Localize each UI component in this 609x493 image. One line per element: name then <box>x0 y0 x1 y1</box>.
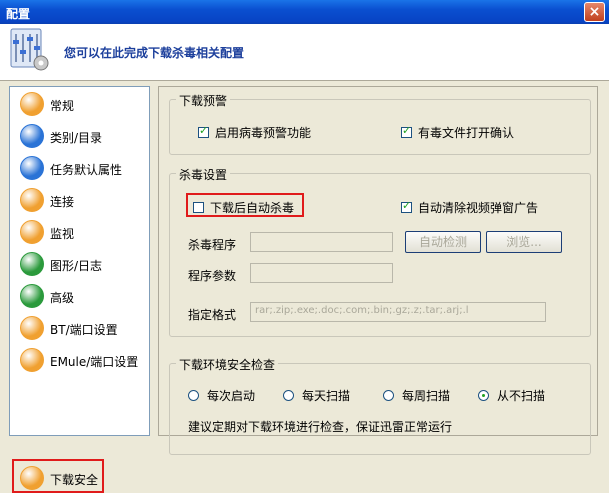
group-title: 下载环境安全检查 <box>176 356 279 373</box>
settings-panel-icon <box>10 28 49 71</box>
bt-port-icon <box>20 316 44 340</box>
title-bar: 配置 × <box>0 0 609 24</box>
auto-detect-button[interactable]: 自动检测 <box>405 231 481 253</box>
download-warning-group: 下载预警 启用病毒预警功能 有毒文件打开确认 <box>169 92 591 155</box>
checkbox-label: 有毒文件打开确认 <box>418 126 515 140</box>
sidebar-item-graph-log[interactable]: 图形/日志 <box>14 251 145 277</box>
sidebar-item-label: BT/端口设置 <box>50 323 118 337</box>
formats-input[interactable]: rar;.zip;.exe;.doc;.com;.bin;.gz;.z;.tar… <box>250 302 546 322</box>
checkbox-box[interactable] <box>401 199 412 213</box>
params-label: 程序参数 <box>188 269 237 283</box>
radio-on-start[interactable]: 每次启动 <box>188 387 255 404</box>
radio-label: 每次启动 <box>207 389 256 403</box>
env-check-note: 建议定期对下载环境进行检查，保证迅雷正常运行 <box>188 420 453 434</box>
checkbox-label: 启用病毒预警功能 <box>215 126 312 140</box>
sidebar-item-label: 高级 <box>50 291 75 305</box>
radio-circle[interactable] <box>283 390 294 401</box>
sidebar-item-emule-port[interactable]: EMule/端口设置 <box>14 347 145 373</box>
program-label: 杀毒程序 <box>188 238 237 252</box>
group-title: 杀毒设置 <box>176 166 231 183</box>
clear-ads-checkbox[interactable]: 自动清除视频弹窗广告 <box>401 199 538 216</box>
antivirus-group: 杀毒设置 下载后自动杀毒 自动清除视频弹窗广告 杀毒程序 自动检测 浏览... … <box>169 166 591 337</box>
settings-pane: 下载预警 启用病毒预警功能 有毒文件打开确认 杀毒设置 下载后自动杀毒 自动清除… <box>158 86 598 455</box>
sidebar-item-label: 下载安全 <box>50 473 99 487</box>
radio-circle[interactable] <box>478 390 489 401</box>
header-text: 您可以在此完成下载杀毒相关配置 <box>64 46 245 60</box>
checkbox-box[interactable] <box>401 124 412 138</box>
formats-label: 指定格式 <box>188 308 237 322</box>
checkbox-label: 下载后自动杀毒 <box>210 201 295 215</box>
enable-virus-warning-checkbox[interactable]: 启用病毒预警功能 <box>198 124 311 141</box>
checkbox-label: 自动清除视频弹窗广告 <box>418 201 539 215</box>
checkbox-box[interactable] <box>198 124 209 138</box>
sidebar-item-label: 图形/日志 <box>50 259 103 273</box>
emule-port-icon <box>20 348 44 372</box>
radio-circle[interactable] <box>383 390 394 401</box>
sidebar-item-label: 连接 <box>50 195 75 209</box>
radio-weekly[interactable]: 每周扫描 <box>383 387 450 404</box>
radio-label: 从不扫描 <box>497 389 546 403</box>
sidebar-item-label: 监视 <box>50 227 75 241</box>
auto-scan-checkbox[interactable]: 下载后自动杀毒 <box>193 199 294 216</box>
advanced-icon <box>20 284 44 308</box>
radio-label: 每天扫描 <box>302 389 351 403</box>
window-title: 配置 <box>6 7 31 21</box>
radio-never[interactable]: 从不扫描 <box>478 387 545 404</box>
radio-label: 每周扫描 <box>402 389 451 403</box>
monitor-icon <box>20 220 44 244</box>
group-title: 下载预警 <box>176 92 231 109</box>
checkbox-box[interactable] <box>193 202 204 213</box>
sidebar-item-general[interactable]: 常规 <box>14 91 145 117</box>
params-input[interactable] <box>250 263 393 283</box>
browse-button[interactable]: 浏览... <box>486 231 562 253</box>
sidebar-item-advanced[interactable]: 高级 <box>14 283 145 309</box>
header-banner: 您可以在此完成下载杀毒相关配置 <box>0 24 609 81</box>
general-icon <box>20 92 44 116</box>
sidebar-item-task-defaults[interactable]: 任务默认属性 <box>14 155 145 181</box>
connection-icon <box>20 188 44 212</box>
sidebar-item-connection[interactable]: 连接 <box>14 187 145 213</box>
task-defaults-icon <box>20 156 44 180</box>
radio-daily[interactable]: 每天扫描 <box>283 387 350 404</box>
open-confirm-checkbox[interactable]: 有毒文件打开确认 <box>401 124 514 141</box>
sidebar-item-label: 类别/目录 <box>50 131 103 145</box>
sidebar-item-bt-port[interactable]: BT/端口设置 <box>14 315 145 341</box>
download-security-icon <box>20 466 44 490</box>
sidebar-item-label: 任务默认属性 <box>50 163 123 177</box>
sidebar-item-category[interactable]: 类别/目录 <box>14 123 145 149</box>
sidebar-item-download-security[interactable]: 下载安全 <box>12 459 104 493</box>
graph-log-icon <box>20 252 44 276</box>
radio-circle[interactable] <box>188 390 199 401</box>
sidebar-item-label: EMule/端口设置 <box>50 355 139 369</box>
category-list: 常规类别/目录任务默认属性 连接监视图形/日志高级 BT/端口设置 EMule/端口设… <box>9 86 150 493</box>
close-button[interactable]: × <box>584 2 605 22</box>
sidebar-item-monitor[interactable]: 监视 <box>14 219 145 245</box>
program-input[interactable] <box>250 232 393 252</box>
category-folder-icon <box>20 124 44 148</box>
env-check-group: 下载环境安全检查 每次启动 每天扫描 每周扫描 从不扫描 建议定期对下载环境进行… <box>169 356 591 455</box>
sidebar-item-label: 常规 <box>50 99 75 113</box>
